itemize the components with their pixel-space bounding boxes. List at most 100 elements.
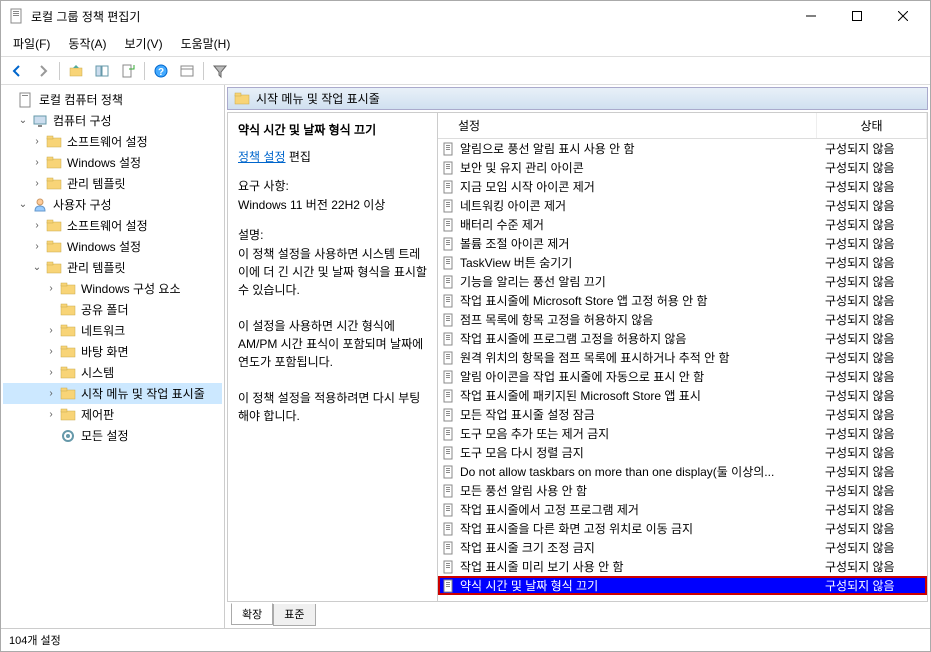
tree-network[interactable]: ›네트워크 <box>3 320 222 341</box>
list-row[interactable]: 원격 위치의 항목을 점프 목록에 표시하거나 추적 안 함구성되지 않음 <box>438 348 927 367</box>
list-row[interactable]: 볼륨 조절 아이콘 제거구성되지 않음 <box>438 234 927 253</box>
list-cell-state: 구성되지 않음 <box>817 539 927 556</box>
tab-standard[interactable]: 표준 <box>273 604 315 626</box>
forward-button[interactable] <box>31 60 55 82</box>
path-header-text: 시작 메뉴 및 작업 표시줄 <box>256 90 380 107</box>
export-button[interactable] <box>116 60 140 82</box>
column-header-setting[interactable]: 설정 <box>438 113 817 138</box>
window-title: 로컬 그룹 정책 편집기 <box>31 8 788 25</box>
folder-icon <box>46 134 62 150</box>
detail-title: 약식 시간 및 날짜 형식 끄기 <box>238 121 427 138</box>
list-cell-setting: 알림으로 풍선 알림 표시 사용 안 함 <box>438 140 817 157</box>
expand-icon[interactable]: › <box>45 409 57 420</box>
list-row[interactable]: 기능을 알리는 풍선 알림 끄기구성되지 않음 <box>438 272 927 291</box>
back-button[interactable] <box>5 60 29 82</box>
expand-icon[interactable]: › <box>31 241 43 252</box>
list-row[interactable]: 작업 표시줄에 Microsoft Store 앱 고정 허용 안 함구성되지 … <box>438 291 927 310</box>
properties-button[interactable] <box>175 60 199 82</box>
list-row[interactable]: 작업 표시줄에 패키지된 Microsoft Store 앱 표시구성되지 않음 <box>438 386 927 405</box>
column-header-state[interactable]: 상태 <box>817 113 927 138</box>
expand-icon[interactable]: › <box>45 283 57 294</box>
show-hide-tree-button[interactable] <box>90 60 114 82</box>
folder-icon <box>46 176 62 192</box>
list-row[interactable]: 작업 표시줄을 다른 화면 고정 위치로 이동 금지구성되지 않음 <box>438 519 927 538</box>
tree-windows-components[interactable]: ›Windows 구성 요소 <box>3 278 222 299</box>
up-button[interactable] <box>64 60 88 82</box>
tab-extended[interactable]: 확장 <box>231 603 273 625</box>
list-row[interactable]: 모든 풍선 알림 사용 안 함구성되지 않음 <box>438 481 927 500</box>
folder-icon <box>234 91 250 107</box>
policy-setting-link[interactable]: 정책 설정 <box>238 150 286 164</box>
menu-action[interactable]: 동작(A) <box>60 33 114 54</box>
expand-icon[interactable]: › <box>31 136 43 147</box>
policy-icon <box>442 351 456 365</box>
list-row[interactable]: 알림으로 풍선 알림 표시 사용 안 함구성되지 않음 <box>438 139 927 158</box>
list-row[interactable]: 보안 및 유지 관리 아이콘구성되지 않음 <box>438 158 927 177</box>
minimize-button[interactable] <box>788 1 834 31</box>
menu-help[interactable]: 도움말(H) <box>173 33 239 54</box>
expand-icon[interactable]: › <box>45 388 57 399</box>
filter-button[interactable] <box>208 60 232 82</box>
tree-system[interactable]: ›시스템 <box>3 362 222 383</box>
expand-icon[interactable]: ⌄ <box>17 199 29 210</box>
detail-pane: 약식 시간 및 날짜 형식 끄기 정책 설정 편집 요구 사항: Windows… <box>228 113 438 601</box>
expand-icon[interactable]: › <box>45 346 57 357</box>
folder-icon <box>60 344 76 360</box>
list-cell-state: 구성되지 않음 <box>817 197 927 214</box>
expand-icon[interactable]: ⌄ <box>31 262 43 273</box>
tree-root[interactable]: 로컬 컴퓨터 정책 <box>3 89 222 110</box>
list-row[interactable]: 작업 표시줄 크기 조정 금지구성되지 않음 <box>438 538 927 557</box>
expand-icon[interactable]: › <box>31 157 43 168</box>
expand-icon[interactable]: › <box>31 220 43 231</box>
tree-shared-folders[interactable]: 공유 폴더 <box>3 299 222 320</box>
tree-user-config[interactable]: ⌄ 사용자 구성 <box>3 194 222 215</box>
list-row[interactable]: 작업 표시줄 미리 보기 사용 안 함구성되지 않음 <box>438 557 927 576</box>
list-cell-setting: 보안 및 유지 관리 아이콘 <box>438 159 817 176</box>
menu-file[interactable]: 파일(F) <box>5 33 58 54</box>
list-row[interactable]: 점프 목록에 항목 고정을 허용하지 않음구성되지 않음 <box>438 310 927 329</box>
list-row[interactable]: Do not allow taskbars on more than one d… <box>438 462 927 481</box>
list-row[interactable]: TaskView 버튼 숨기기구성되지 않음 <box>438 253 927 272</box>
close-button[interactable] <box>880 1 926 31</box>
tree-admin-templates-user[interactable]: ⌄관리 템플릿 <box>3 257 222 278</box>
tree-all-settings[interactable]: 모든 설정 <box>3 425 222 446</box>
list-row[interactable]: 작업 표시줄에 프로그램 고정을 허용하지 않음구성되지 않음 <box>438 329 927 348</box>
computer-icon <box>32 113 48 129</box>
list-row[interactable]: 도구 모음 다시 정렬 금지구성되지 않음 <box>438 443 927 462</box>
policy-icon <box>442 446 456 460</box>
folder-icon <box>46 218 62 234</box>
folder-icon <box>60 302 76 318</box>
tree-control-panel[interactable]: ›제어판 <box>3 404 222 425</box>
list-cell-setting: 배터리 수준 제거 <box>438 216 817 233</box>
tree-desktop[interactable]: ›바탕 화면 <box>3 341 222 362</box>
expand-icon[interactable]: ⌄ <box>17 115 29 126</box>
help-button[interactable]: ? <box>149 60 173 82</box>
folder-open-icon <box>46 260 62 276</box>
expand-icon[interactable]: › <box>45 367 57 378</box>
list-row[interactable]: 작업 표시줄에서 고정 프로그램 제거구성되지 않음 <box>438 500 927 519</box>
maximize-button[interactable] <box>834 1 880 31</box>
tree-start-taskbar[interactable]: ›시작 메뉴 및 작업 표시줄 <box>3 383 222 404</box>
expand-icon[interactable]: › <box>31 178 43 189</box>
menu-view[interactable]: 보기(V) <box>116 33 170 54</box>
list-row[interactable]: 도구 모음 추가 또는 제거 금지구성되지 않음 <box>438 424 927 443</box>
folder-icon <box>60 365 76 381</box>
list-cell-state: 구성되지 않음 <box>817 216 927 233</box>
tree-software-settings[interactable]: ›소프트웨어 설정 <box>3 131 222 152</box>
policy-icon <box>442 275 456 289</box>
tree-software-settings-user[interactable]: ›소프트웨어 설정 <box>3 215 222 236</box>
tree-admin-templates[interactable]: ›관리 템플릿 <box>3 173 222 194</box>
tree-windows-settings[interactable]: ›Windows 설정 <box>3 152 222 173</box>
tree-computer-config[interactable]: ⌄ 컴퓨터 구성 <box>3 110 222 131</box>
list-row[interactable]: 모든 작업 표시줄 설정 잠금구성되지 않음 <box>438 405 927 424</box>
tree-windows-settings-user[interactable]: ›Windows 설정 <box>3 236 222 257</box>
tree-pane[interactable]: 로컬 컴퓨터 정책 ⌄ 컴퓨터 구성 ›소프트웨어 설정 ›Windows 설정… <box>1 85 225 628</box>
list-row[interactable]: 네트워킹 아이콘 제거구성되지 않음 <box>438 196 927 215</box>
list-row[interactable]: 지금 모임 시작 아이콘 제거구성되지 않음 <box>438 177 927 196</box>
list-row[interactable]: 알림 아이콘을 작업 표시줄에 자동으로 표시 안 함구성되지 않음 <box>438 367 927 386</box>
list-row[interactable]: 배터리 수준 제거구성되지 않음 <box>438 215 927 234</box>
expand-icon[interactable]: › <box>45 325 57 336</box>
list-row[interactable]: 약식 시간 및 날짜 형식 끄기구성되지 않음 <box>438 576 927 595</box>
list-body[interactable]: 알림으로 풍선 알림 표시 사용 안 함구성되지 않음보안 및 유지 관리 아이… <box>438 139 927 601</box>
list-cell-state: 구성되지 않음 <box>817 254 927 271</box>
